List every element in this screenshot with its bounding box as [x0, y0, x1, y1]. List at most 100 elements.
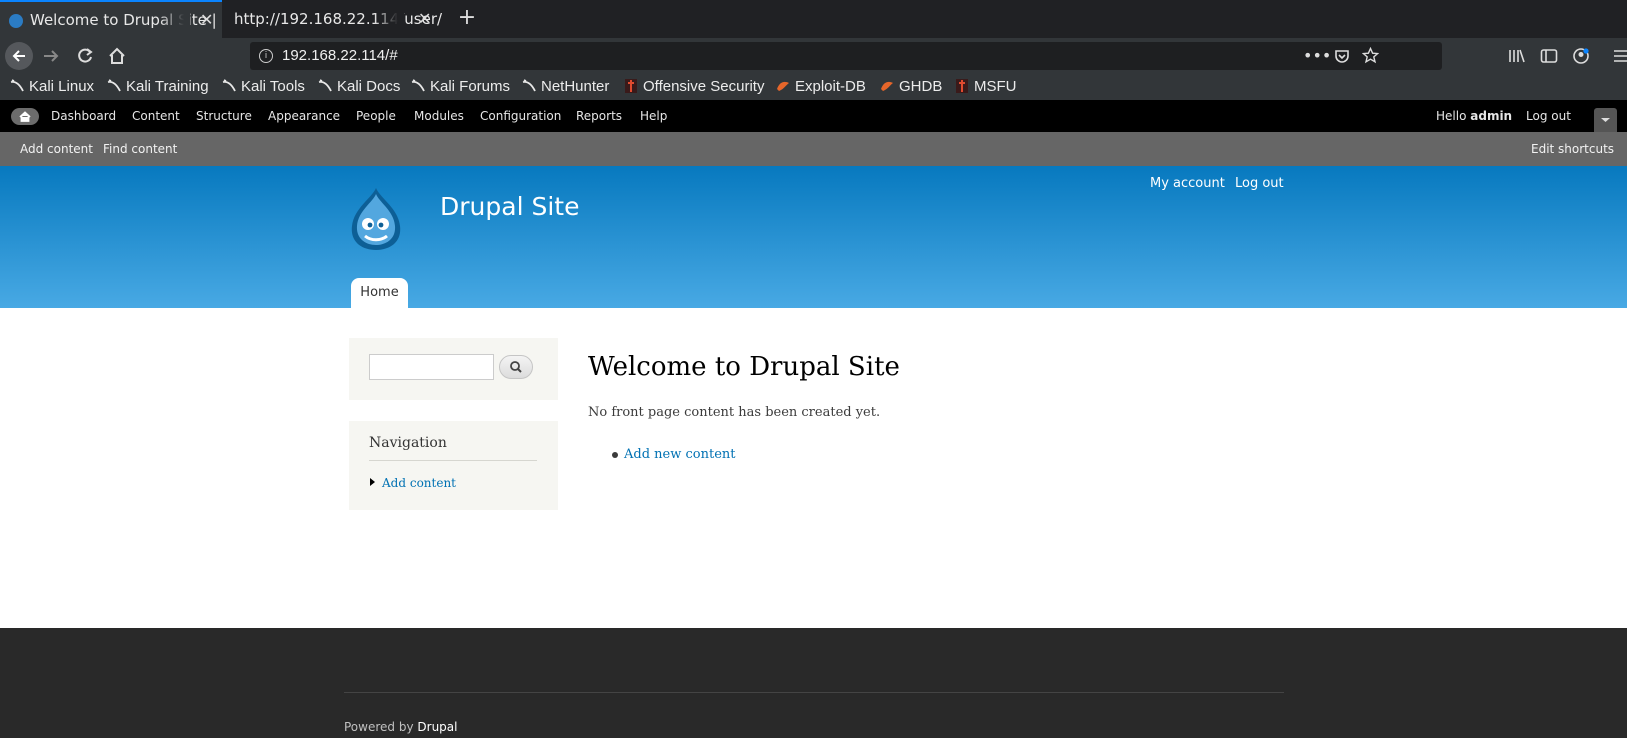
- toolbar-help[interactable]: Help: [640, 100, 667, 132]
- bookmark-nethunter[interactable]: NetHunter: [522, 74, 609, 100]
- site-footer: Powered by Drupal: [0, 628, 1627, 738]
- navigation-block: Navigation Add content: [349, 421, 558, 510]
- bookmark-label: Kali Linux: [29, 78, 95, 95]
- toolbar-configuration[interactable]: Configuration: [480, 100, 561, 132]
- shortcut-add-content[interactable]: Add content: [20, 132, 93, 166]
- bookmark-kali-tools[interactable]: Kali Tools: [222, 74, 305, 100]
- drupal-favicon-icon: [9, 14, 23, 28]
- site-header: Drupal Site My account Log out Home: [0, 166, 1627, 308]
- navigation-title: Navigation: [369, 435, 447, 451]
- pocket-icon[interactable]: [1334, 48, 1350, 64]
- offsec-icon: [625, 79, 637, 93]
- toolbar-greeting: Hello admin: [1436, 100, 1512, 132]
- tab-title: Welcome to Drupal Site | D: [30, 11, 222, 29]
- bookmark-exploit-db[interactable]: Exploit-DB: [776, 74, 866, 100]
- back-arrow-icon: [12, 50, 25, 62]
- toolbar-logout[interactable]: Log out: [1526, 100, 1571, 132]
- drupal-logo-icon[interactable]: [346, 186, 406, 252]
- url-text: 192.168.22.114/#: [282, 47, 398, 64]
- shortcuts-toggle-button[interactable]: [1594, 108, 1617, 132]
- add-new-content-link[interactable]: Add new content: [624, 447, 735, 462]
- greeting-text: Hello: [1436, 109, 1467, 123]
- bookmark-label: GHDB: [899, 78, 943, 95]
- toolbar-structure[interactable]: Structure: [196, 100, 252, 132]
- list-bullet: [612, 452, 618, 458]
- powered-by-text: Powered by: [344, 720, 414, 734]
- sidebar-icon[interactable]: [1540, 48, 1558, 64]
- kali-dragon-icon: [107, 79, 121, 92]
- toolbar-dashboard[interactable]: Dashboard: [51, 100, 116, 132]
- tab-home[interactable]: Home: [351, 278, 408, 308]
- shortcut-find-content[interactable]: Find content: [103, 132, 177, 166]
- exploitdb-icon: [777, 81, 789, 91]
- bookmarks-toolbar: Kali Linux Kali Training Kali Tools Kali…: [0, 74, 1627, 100]
- bookmark-label: MSFU: [974, 78, 1017, 95]
- bookmark-kali-docs[interactable]: Kali Docs: [318, 74, 400, 100]
- browser-tab-bar: Welcome to Drupal Site | D ✕ http://192.…: [0, 0, 1627, 38]
- library-icon[interactable]: [1508, 48, 1526, 64]
- tab-active[interactable]: Welcome to Drupal Site | D ✕: [0, 0, 222, 38]
- url-bar[interactable]: i 192.168.22.114/# •••: [250, 42, 1442, 70]
- empty-front-page-message: No front page content has been created y…: [588, 405, 881, 420]
- bookmark-star-icon[interactable]: [1362, 47, 1379, 64]
- close-tab-icon[interactable]: ✕: [418, 0, 431, 38]
- drupal-link[interactable]: Drupal: [417, 720, 457, 734]
- bookmark-label: Kali Docs: [337, 78, 401, 95]
- toolbar-people[interactable]: People: [356, 100, 396, 132]
- site-info-icon[interactable]: i: [259, 49, 273, 63]
- close-tab-icon[interactable]: ✕: [200, 2, 213, 38]
- bookmark-label: Exploit-DB: [795, 78, 866, 95]
- kali-dragon-icon: [522, 79, 536, 92]
- kali-dragon-icon: [411, 79, 425, 92]
- tab-fade: [374, 0, 404, 38]
- toolbar-content[interactable]: Content: [132, 100, 180, 132]
- menu-icon[interactable]: [1614, 48, 1627, 64]
- kali-dragon-icon: [318, 79, 332, 92]
- divider: [369, 460, 537, 461]
- home-icon[interactable]: [107, 46, 127, 66]
- search-button[interactable]: [499, 355, 533, 379]
- bookmark-kali-training[interactable]: Kali Training: [107, 74, 209, 100]
- account-icon[interactable]: [1572, 47, 1590, 65]
- page-title: Welcome to Drupal Site: [588, 352, 900, 382]
- divider: [344, 692, 1284, 693]
- new-tab-icon[interactable]: +: [456, 0, 478, 36]
- search-input[interactable]: [369, 354, 494, 380]
- bookmark-label: Kali Forums: [430, 78, 511, 95]
- bookmark-ghdb[interactable]: GHDB: [880, 74, 942, 100]
- reload-icon[interactable]: [75, 46, 95, 66]
- navigation-add-content-link[interactable]: Add content: [382, 476, 456, 490]
- home-icon: [19, 111, 31, 122]
- tab-title: http://192.168.22.114/user/1: [234, 10, 442, 28]
- toolbar-appearance[interactable]: Appearance: [268, 100, 340, 132]
- page-actions-icon[interactable]: •••: [1303, 42, 1331, 70]
- toolbar-reports[interactable]: Reports: [576, 100, 622, 132]
- username[interactable]: admin: [1470, 109, 1512, 123]
- exploitdb-icon: [881, 81, 893, 91]
- edit-shortcuts-link[interactable]: Edit shortcuts: [1531, 132, 1614, 166]
- search-icon: [510, 361, 522, 373]
- site-name[interactable]: Drupal Site: [440, 192, 579, 221]
- forward-arrow-icon[interactable]: [41, 46, 61, 66]
- offsec-icon: [956, 79, 968, 93]
- bookmark-label: Kali Training: [126, 78, 209, 95]
- bookmark-offensive-security[interactable]: Offensive Security: [624, 74, 764, 100]
- bookmark-kali-forums[interactable]: Kali Forums: [411, 74, 510, 100]
- bookmark-label: NetHunter: [541, 78, 610, 95]
- kali-dragon-icon: [10, 79, 24, 92]
- header-logout-link[interactable]: Log out: [1235, 176, 1284, 191]
- kali-dragon-icon: [222, 79, 236, 92]
- my-account-link[interactable]: My account: [1150, 176, 1225, 191]
- shortcuts-bar: Add content Find content Edit shortcuts: [0, 132, 1627, 166]
- back-button[interactable]: [5, 42, 33, 70]
- collapsed-arrow-icon: [370, 478, 375, 486]
- powered-by: Powered by Drupal: [344, 720, 457, 734]
- toolbar-home-button[interactable]: [11, 108, 39, 125]
- bookmark-kali-linux[interactable]: Kali Linux: [10, 74, 94, 100]
- chevron-down-icon: [1601, 118, 1610, 122]
- bookmark-msfu[interactable]: MSFU: [955, 74, 1017, 100]
- admin-toolbar: Dashboard Content Structure Appearance P…: [0, 100, 1627, 132]
- tab-inactive[interactable]: http://192.168.22.114/user/1 ✕: [224, 0, 442, 38]
- bookmark-label: Kali Tools: [241, 78, 305, 95]
- toolbar-modules[interactable]: Modules: [414, 100, 464, 132]
